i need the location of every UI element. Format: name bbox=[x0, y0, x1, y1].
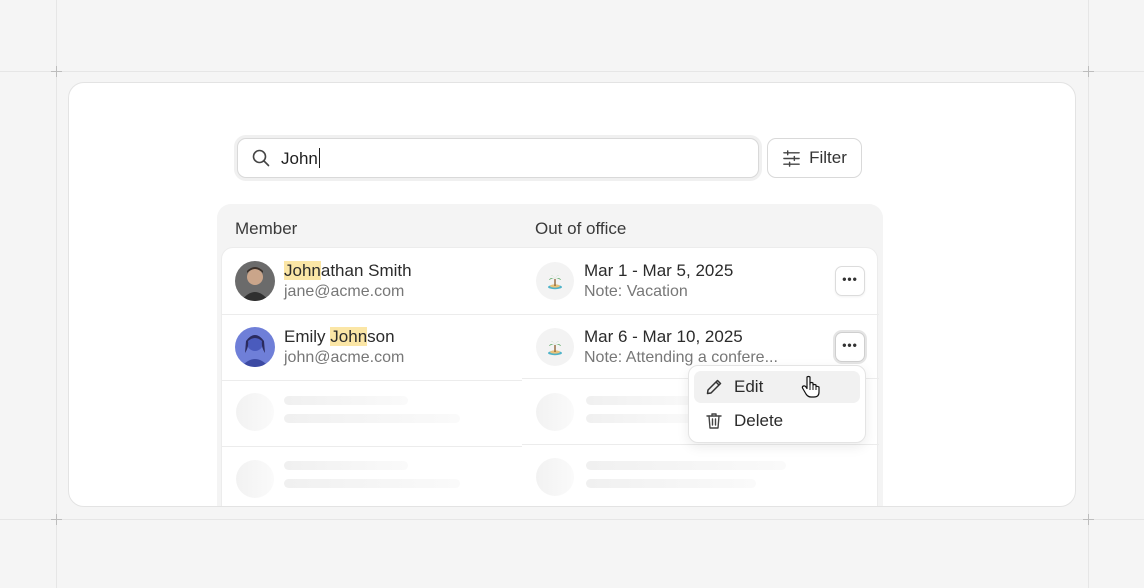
pencil-icon bbox=[706, 379, 722, 395]
ellipsis-icon: ••• bbox=[842, 338, 858, 352]
search-value: John bbox=[281, 147, 320, 168]
row-divider bbox=[222, 446, 522, 447]
text-caret bbox=[318, 147, 320, 168]
row-divider bbox=[522, 444, 879, 445]
filter-button[interactable]: Filter bbox=[767, 138, 862, 178]
skeleton-line bbox=[284, 461, 408, 470]
skeleton-icon bbox=[536, 393, 574, 431]
menu-item-edit[interactable]: Edit bbox=[694, 371, 860, 403]
filter-label: Filter bbox=[809, 148, 847, 167]
skeleton-line bbox=[284, 479, 460, 488]
guide-line bbox=[0, 519, 1144, 520]
skeleton-line bbox=[586, 461, 786, 470]
member-name: Johnathan Smith bbox=[284, 261, 412, 280]
more-actions-button[interactable]: ••• bbox=[835, 332, 865, 362]
guide-line bbox=[0, 71, 1144, 72]
skeleton-line bbox=[284, 396, 408, 405]
ooo-note: Note: Vacation bbox=[584, 283, 688, 300]
row-divider bbox=[222, 380, 522, 381]
skeleton-line bbox=[284, 414, 460, 423]
ooo-dates: Mar 1 - Mar 5, 2025 bbox=[584, 261, 734, 280]
skeleton-line bbox=[586, 479, 756, 488]
plus-marker bbox=[1083, 514, 1094, 525]
sliders-icon bbox=[783, 149, 800, 167]
member-email: jane@acme.com bbox=[284, 283, 405, 300]
name-highlight: John bbox=[284, 261, 321, 280]
column-header-member: Member bbox=[235, 219, 298, 238]
menu-item-label: Delete bbox=[734, 411, 784, 430]
ooo-table: Member Out of office Johnathan Smith jan… bbox=[217, 204, 883, 506]
member-name: Emily Johnson bbox=[284, 327, 395, 346]
main-card: John Filter Member Out of office Johnath… bbox=[68, 82, 1076, 507]
guide-line bbox=[56, 0, 57, 588]
menu-item-delete[interactable]: Delete bbox=[694, 405, 860, 437]
plus-marker bbox=[1083, 66, 1094, 77]
hand-pointer-icon bbox=[801, 375, 820, 398]
skeleton-avatar bbox=[236, 460, 274, 498]
name-highlight: John bbox=[330, 327, 368, 346]
plus-marker bbox=[51, 514, 62, 525]
avatar bbox=[235, 261, 275, 301]
more-actions-button[interactable]: ••• bbox=[835, 266, 865, 296]
search-input[interactable]: John bbox=[237, 138, 759, 178]
table-row: Johnathan Smith jane@acme.com Mar 1 - Ma… bbox=[222, 248, 879, 314]
skeleton-avatar bbox=[236, 393, 274, 431]
guide-line bbox=[1088, 0, 1089, 588]
ellipsis-icon: ••• bbox=[842, 272, 858, 286]
member-email: john@acme.com bbox=[284, 349, 405, 366]
avatar bbox=[235, 327, 275, 367]
island-icon bbox=[536, 328, 574, 366]
search-icon bbox=[252, 149, 270, 167]
menu-item-label: Edit bbox=[734, 377, 764, 396]
island-icon bbox=[536, 262, 574, 300]
skeleton-icon bbox=[536, 458, 574, 496]
row-actions-menu: Edit Delete bbox=[688, 365, 866, 443]
skeleton-line bbox=[586, 414, 696, 423]
plus-marker bbox=[51, 66, 62, 77]
trash-icon bbox=[706, 413, 722, 429]
ooo-dates: Mar 6 - Mar 10, 2025 bbox=[584, 327, 743, 346]
column-header-out-of-office: Out of office bbox=[535, 219, 627, 238]
